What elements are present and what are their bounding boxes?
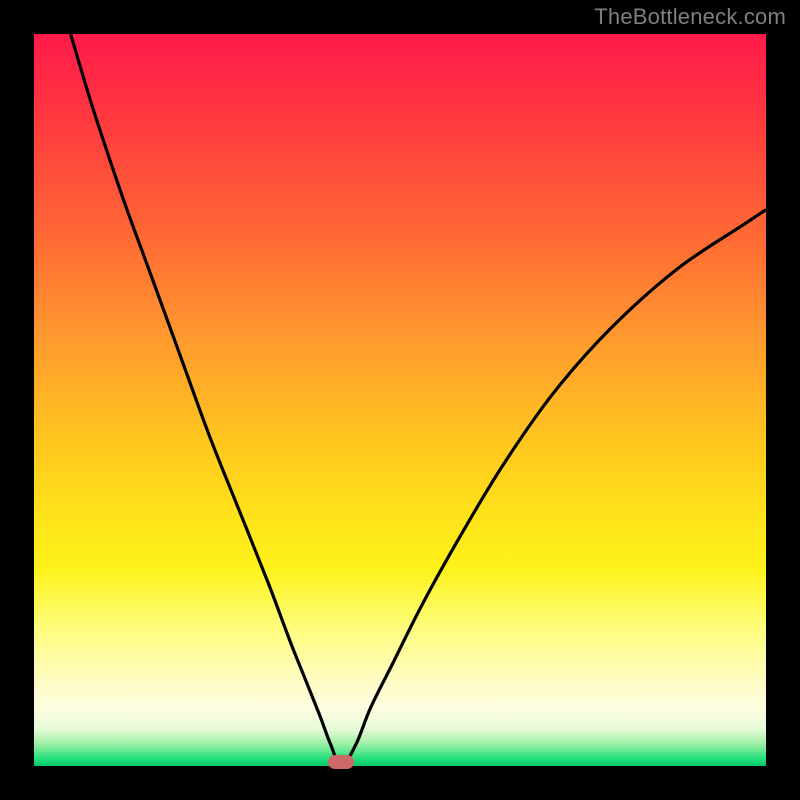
- chart-frame: TheBottleneck.com: [0, 0, 800, 800]
- watermark-text: TheBottleneck.com: [594, 4, 786, 30]
- plot-area: [34, 34, 766, 766]
- curve-line: [71, 34, 766, 766]
- minimum-marker: [328, 755, 354, 769]
- chart-svg: [34, 34, 766, 766]
